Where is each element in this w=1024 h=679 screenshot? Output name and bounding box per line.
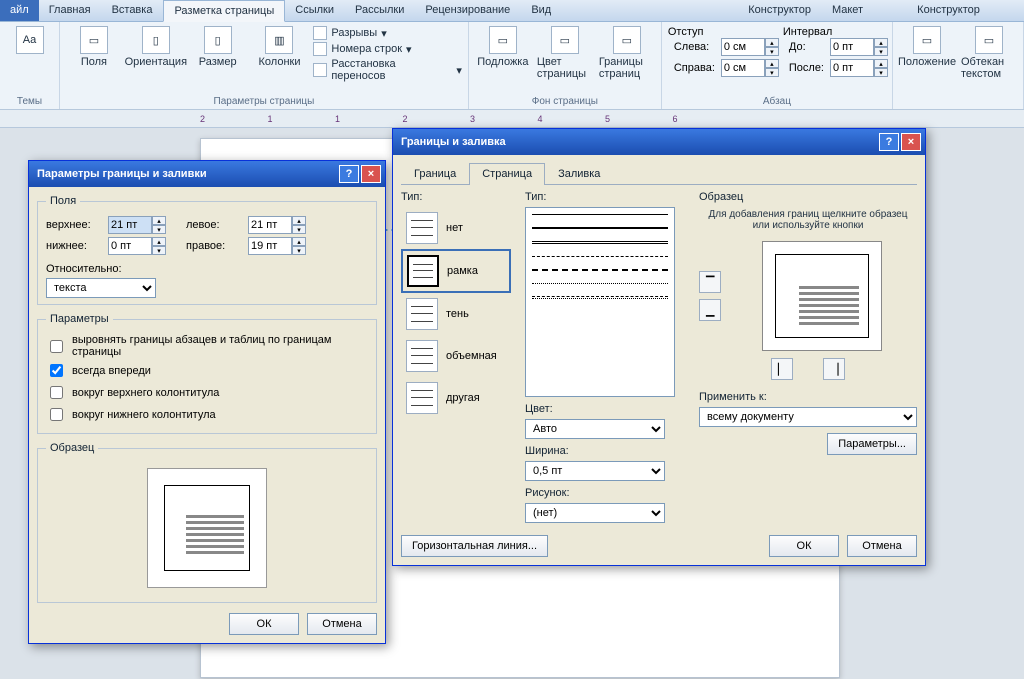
group-themes: Темы bbox=[6, 94, 53, 107]
type-none[interactable]: нет bbox=[401, 207, 511, 249]
border-top-toggle[interactable]: ▔ bbox=[699, 271, 721, 293]
themes-button[interactable]: Aa bbox=[6, 26, 53, 54]
horizontal-ruler[interactable]: 2 1 1 2 3 4 5 6 bbox=[0, 110, 1024, 128]
tab-header-design[interactable]: Конструктор bbox=[907, 0, 991, 21]
tab-border[interactable]: Граница bbox=[401, 163, 469, 184]
params-fieldset: Параметры выровнять границы абзацев и та… bbox=[37, 313, 377, 434]
tab-view[interactable]: Вид bbox=[521, 0, 562, 21]
help-button[interactable]: ? bbox=[339, 165, 359, 183]
margins-fieldset: Поля верхнее: ▴▾ левое: ▴▾ нижнее: ▴▾ пр… bbox=[37, 195, 377, 305]
tab-page-layout[interactable]: Разметка страницы bbox=[163, 0, 285, 22]
border-bottom-toggle[interactable]: ▁ bbox=[699, 299, 721, 321]
ribbon-tabs-row: айл Главная Вставка Разметка страницы Сс… bbox=[0, 0, 1024, 22]
tab-references[interactable]: Ссылки bbox=[285, 0, 345, 21]
hline-button[interactable]: Горизонтальная линия... bbox=[401, 535, 548, 557]
tab-shading[interactable]: Заливка bbox=[545, 163, 613, 184]
cancel-button[interactable]: Отмена bbox=[307, 613, 377, 635]
wrap-icon: ▭ bbox=[975, 26, 1003, 54]
relative-to-select[interactable]: текста bbox=[46, 278, 156, 298]
preview-pane bbox=[147, 468, 267, 588]
tab-mailings[interactable]: Рассылки bbox=[345, 0, 415, 21]
columns-button[interactable]: ▥Колонки bbox=[252, 26, 308, 68]
border-left-toggle[interactable]: ▏ bbox=[771, 358, 793, 380]
watermark-icon: ▭ bbox=[489, 26, 517, 54]
preview-page[interactable] bbox=[762, 241, 882, 351]
spacing-after-spin[interactable]: ▴▾ bbox=[830, 59, 886, 77]
margin-bottom-spin[interactable]: ▴▾ bbox=[108, 237, 166, 255]
size-button[interactable]: ▯Размер bbox=[190, 26, 246, 68]
size-icon: ▯ bbox=[204, 26, 232, 54]
ok-button[interactable]: ОК bbox=[229, 613, 299, 635]
wrap-button[interactable]: ▭Обтекан текстом bbox=[961, 26, 1017, 80]
margin-left-spin[interactable]: ▴▾ bbox=[248, 216, 306, 234]
cancel-button-2[interactable]: Отмена bbox=[847, 535, 917, 557]
page-borders-icon: ▭ bbox=[613, 26, 641, 54]
breaks-button[interactable]: Разрывы ▾ bbox=[313, 26, 461, 40]
art-select[interactable]: (нет) bbox=[525, 503, 665, 523]
line-style-list[interactable] bbox=[525, 207, 675, 397]
page-color-icon: ▭ bbox=[551, 26, 579, 54]
tab-home[interactable]: Главная bbox=[39, 0, 102, 21]
group-page-setup: Параметры страницы bbox=[66, 94, 462, 107]
group-page-bg: Фон страницы bbox=[475, 94, 655, 107]
page-color-button[interactable]: ▭Цвет страницы bbox=[537, 26, 593, 80]
dialog2-title: Границы и заливка bbox=[401, 136, 506, 148]
orientation-icon: ▯ bbox=[142, 26, 170, 54]
align-borders-checkbox[interactable] bbox=[50, 340, 63, 353]
indent-left-spin[interactable]: ▴▾ bbox=[721, 38, 777, 56]
type-box[interactable]: рамка bbox=[401, 249, 511, 293]
borders-shading-dialog: Границы и заливка ? × Граница Страница З… bbox=[392, 128, 926, 566]
ribbon: Aa Темы ▭Поля ▯Ориентация ▯Размер ▥Колон… bbox=[0, 22, 1024, 110]
columns-icon: ▥ bbox=[265, 26, 293, 54]
type-shadow[interactable]: тень bbox=[401, 293, 511, 335]
close-button[interactable]: × bbox=[361, 165, 381, 183]
color-select[interactable]: Авто bbox=[525, 419, 665, 439]
type-custom[interactable]: другая bbox=[401, 377, 511, 419]
around-header-checkbox[interactable] bbox=[50, 386, 63, 399]
dialog-title: Параметры границы и заливки bbox=[37, 168, 207, 180]
context-header-tools: Работа с колонтитулами Конструктор bbox=[874, 0, 1024, 21]
tab-page[interactable]: Страница bbox=[469, 163, 545, 185]
margin-top-spin[interactable]: ▴▾ bbox=[108, 216, 166, 234]
indent-right-spin[interactable]: ▴▾ bbox=[721, 59, 777, 77]
group-paragraph: Абзац bbox=[668, 94, 886, 107]
preview-hint: Для добавления границ щелкните образец и… bbox=[705, 209, 911, 231]
close-button-2[interactable]: × bbox=[901, 133, 921, 151]
ok-button-2[interactable]: ОК bbox=[769, 535, 839, 557]
spacing-label: Интервал bbox=[783, 26, 886, 38]
preview-fieldset: Образец bbox=[37, 442, 377, 603]
file-tab[interactable]: айл bbox=[0, 0, 39, 21]
always-front-checkbox[interactable] bbox=[50, 364, 63, 377]
tab-insert[interactable]: Вставка bbox=[102, 0, 164, 21]
tab-table-design[interactable]: Конструктор bbox=[738, 0, 822, 21]
margins-button[interactable]: ▭Поля bbox=[66, 26, 122, 68]
themes-icon: Aa bbox=[16, 26, 44, 54]
dialog-title-bar[interactable]: Параметры границы и заливки ? × bbox=[29, 161, 385, 187]
width-select[interactable]: 0,5 пт bbox=[525, 461, 665, 481]
dialog2-title-bar[interactable]: Границы и заливка ? × bbox=[393, 129, 925, 155]
margins-icon: ▭ bbox=[80, 26, 108, 54]
help-button-2[interactable]: ? bbox=[879, 133, 899, 151]
position-button[interactable]: ▭Положение bbox=[899, 26, 955, 68]
hyphenation-button[interactable]: Расстановка переносов ▾ bbox=[313, 58, 461, 82]
type-3d[interactable]: объемная bbox=[401, 335, 511, 377]
margin-right-spin[interactable]: ▴▾ bbox=[248, 237, 306, 255]
apply-to-select[interactable]: всему документу bbox=[699, 407, 917, 427]
context-table-tools: Работа с таблицами Конструктор Макет bbox=[738, 0, 874, 21]
tab-review[interactable]: Рецензирование bbox=[415, 0, 521, 21]
position-icon: ▭ bbox=[913, 26, 941, 54]
line-numbers-button[interactable]: Номера строк ▾ bbox=[313, 42, 461, 56]
options-button[interactable]: Параметры... bbox=[827, 433, 917, 455]
spacing-before-spin[interactable]: ▴▾ bbox=[830, 38, 886, 56]
border-right-toggle[interactable]: ▕ bbox=[823, 358, 845, 380]
border-options-dialog: Параметры границы и заливки ? × Поля вер… bbox=[28, 160, 386, 644]
tab-table-layout[interactable]: Макет bbox=[822, 0, 874, 21]
page-borders-button[interactable]: ▭Границы страниц bbox=[599, 26, 655, 80]
indent-label: Отступ bbox=[668, 26, 777, 38]
around-footer-checkbox[interactable] bbox=[50, 408, 63, 421]
watermark-button[interactable]: ▭Подложка bbox=[475, 26, 531, 68]
orientation-button[interactable]: ▯Ориентация bbox=[128, 26, 184, 68]
